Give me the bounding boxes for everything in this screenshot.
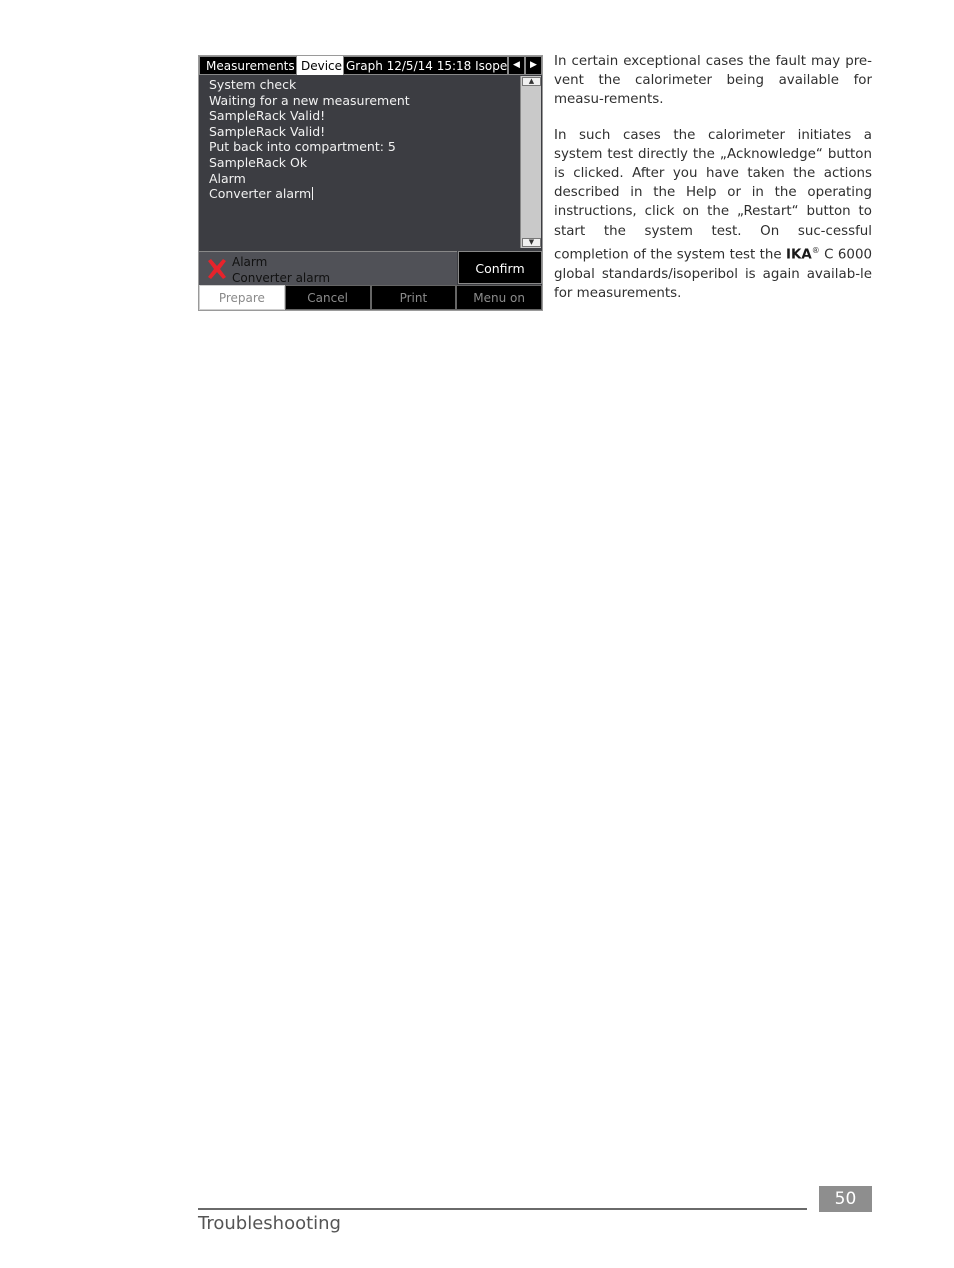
scroll-up-icon[interactable]: ▲: [522, 77, 541, 86]
tab-measurements[interactable]: Measurements: [199, 56, 297, 75]
cancel-button[interactable]: Cancel: [284, 285, 371, 310]
alarm-bar: Alarm Converter alarm: [199, 251, 457, 286]
registered-mark: ®: [811, 245, 820, 255]
log-line-last: Converter alarm: [209, 186, 519, 202]
log-line: Put back into compartment: 5: [209, 139, 396, 155]
log-line: Waiting for a new measurement: [209, 92, 410, 108]
body-text: In certain exceptional cases the fault m…: [554, 52, 872, 319]
menu-on-button[interactable]: Menu on: [456, 285, 542, 310]
brand-name: IKA: [786, 247, 812, 263]
log-line-text: Converter alarm: [209, 186, 312, 202]
log-line: SampleRack Ok: [209, 154, 308, 170]
alarm-title: Alarm: [232, 255, 268, 269]
tab-next-icon[interactable]: ▶: [525, 56, 542, 75]
log-scrollbar[interactable]: ▲ ▼: [520, 76, 541, 248]
tab-prev-icon[interactable]: ◀: [508, 56, 525, 75]
tab-device[interactable]: Device: [297, 56, 343, 75]
device-screenshot: Measurements Device Graph 12/5/14 15:18 …: [198, 55, 543, 311]
log-line: SampleRack Valid!: [209, 123, 326, 139]
alarm-message: Alarm Converter alarm: [232, 254, 330, 286]
footer-rule: [198, 1208, 807, 1210]
print-button[interactable]: Print: [370, 285, 457, 310]
tab-graph[interactable]: Graph 12/5/14 15:18 Isope: [343, 56, 508, 75]
alarm-detail: Converter alarm: [232, 271, 331, 285]
log-line: System check: [209, 77, 297, 92]
text-cursor: [312, 187, 314, 201]
paragraph-fault-note: In certain exceptional cases the fault m…: [554, 54, 872, 108]
softkey-bar: Prepare Cancel Print Menu on: [199, 285, 542, 310]
log-line: Alarm: [209, 170, 246, 186]
section-title: Troubleshooting: [198, 1213, 341, 1234]
page-number: 50: [819, 1186, 872, 1212]
confirm-button[interactable]: Confirm: [458, 251, 542, 284]
prepare-button[interactable]: Prepare: [199, 285, 285, 310]
log-line: SampleRack Valid!: [209, 108, 326, 124]
event-log: System check Waiting for a new measureme…: [199, 76, 519, 249]
red-x-icon: [208, 259, 226, 279]
paragraph-text: In such cases the calorimeter initiates …: [554, 127, 872, 263]
scroll-down-icon[interactable]: ▼: [522, 238, 541, 247]
paragraph-system-test: In such cases the calorimeter initiates …: [554, 126, 872, 303]
tab-bar: Measurements Device Graph 12/5/14 15:18 …: [199, 56, 542, 75]
